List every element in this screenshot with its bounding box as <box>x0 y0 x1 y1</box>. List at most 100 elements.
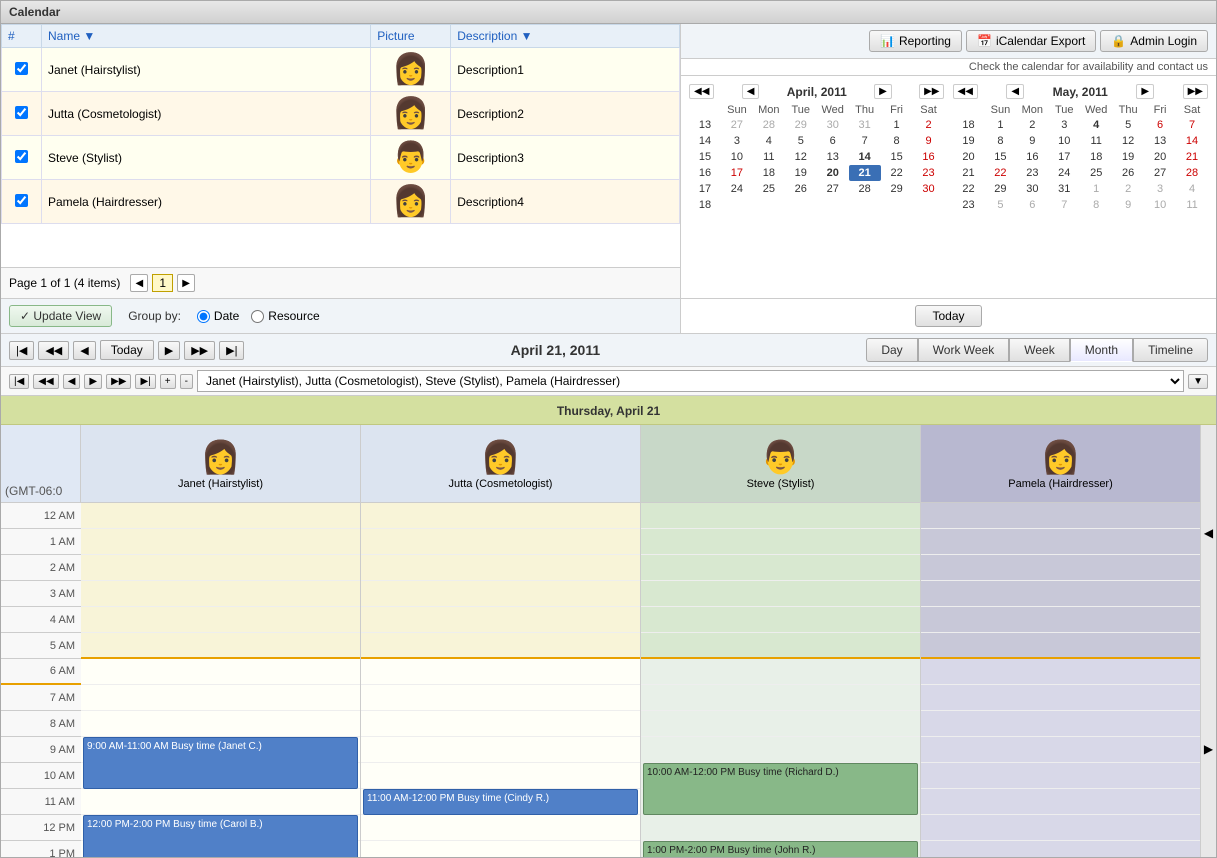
cal-day[interactable]: 9 <box>913 133 945 149</box>
back-btn[interactable]: ◀ <box>73 341 95 360</box>
cal-day[interactable]: 8 <box>881 133 913 149</box>
cal-day[interactable]: 28 <box>753 117 785 133</box>
cal-day[interactable]: 15 <box>881 149 913 165</box>
cal-day[interactable]: 27 <box>817 181 849 197</box>
scroll-left-btn[interactable]: ◀ <box>1204 425 1213 641</box>
janet-event-2[interactable]: 12:00 PM-2:00 PM Busy time (Carol B.) <box>83 815 358 857</box>
cal-day[interactable]: 5 <box>984 197 1016 213</box>
cal-day[interactable]: 17 <box>1048 149 1080 165</box>
cal-day[interactable]: 7 <box>849 133 881 149</box>
cal-day[interactable]: 2 <box>1112 181 1144 197</box>
cal-first-btn[interactable]: |◀ <box>9 374 29 389</box>
group-resource-radio[interactable] <box>251 310 264 323</box>
cal-day[interactable]: 8 <box>984 133 1016 149</box>
cal-day[interactable]: 11 <box>1080 133 1112 149</box>
cal-day[interactable]: 3 <box>1144 181 1176 197</box>
scroll-right-btn[interactable]: ▶ <box>1204 641 1213 857</box>
reporting-button[interactable]: 📊 Reporting <box>869 30 962 52</box>
cal-day[interactable]: 12 <box>785 149 817 165</box>
cal-day[interactable]: 7 <box>1176 117 1208 133</box>
cal-day[interactable]: 28 <box>1176 165 1208 181</box>
cal-day[interactable]: 22 <box>881 165 913 181</box>
forward-fast-btn[interactable]: ▶▶ <box>184 341 215 360</box>
cal-day[interactable]: 1 <box>1080 181 1112 197</box>
dropdown-btn[interactable]: ▼ <box>1188 374 1208 389</box>
row2-checkbox[interactable] <box>15 106 28 119</box>
cal-day[interactable]: 27 <box>1144 165 1176 181</box>
add-event-btn[interactable]: + <box>160 374 176 389</box>
cal-fwd-btn[interactable]: ▶ <box>84 374 102 389</box>
cal-day[interactable]: 20 <box>1144 149 1176 165</box>
april-next-month-btn[interactable]: ▶ <box>874 84 892 99</box>
cal-day[interactable]: 8 <box>1080 197 1112 213</box>
cal-day[interactable]: 30 <box>1016 181 1048 197</box>
cal-day[interactable]: 14 <box>849 149 881 165</box>
row4-checkbox[interactable] <box>15 194 28 207</box>
resource-dropdown[interactable]: Janet (Hairstylist), Jutta (Cosmetologis… <box>197 370 1184 392</box>
cal-day[interactable]: 31 <box>849 117 881 133</box>
cal-day[interactable]: 3 <box>1048 117 1080 133</box>
cal-day[interactable]: 28 <box>849 181 881 197</box>
cal-day[interactable]: 19 <box>785 165 817 181</box>
group-date-option[interactable]: Date <box>197 309 239 323</box>
janet-event-1[interactable]: 9:00 AM-11:00 AM Busy time (Janet C.) <box>83 737 358 789</box>
cal-day[interactable]: 10 <box>1048 133 1080 149</box>
cal-day[interactable]: 23 <box>1016 165 1048 181</box>
cal-day[interactable]: 6 <box>1016 197 1048 213</box>
first-btn[interactable]: |◀ <box>9 341 34 360</box>
cal-day[interactable] <box>785 197 817 213</box>
cal-day[interactable]: 30 <box>817 117 849 133</box>
update-view-button[interactable]: ✓ Update View <box>9 305 112 327</box>
cal-back-btn[interactable]: ◀ <box>63 374 81 389</box>
group-resource-option[interactable]: Resource <box>251 309 319 323</box>
april-next-btn[interactable]: ▶▶ <box>919 84 944 99</box>
cal-day[interactable]: 25 <box>1080 165 1112 181</box>
group-date-radio[interactable] <box>197 310 210 323</box>
steve-event-1[interactable]: 10:00 AM-12:00 PM Busy time (Richard D.) <box>643 763 918 815</box>
cal-day-selected[interactable]: 21 <box>849 165 881 181</box>
may-prev-btn[interactable]: ◀◀ <box>953 84 978 99</box>
cal-day[interactable]: 1 <box>984 117 1016 133</box>
cal-day[interactable]: 13 <box>1144 133 1176 149</box>
cal-day[interactable]: 2 <box>1016 117 1048 133</box>
cal-day[interactable]: 10 <box>1144 197 1176 213</box>
cal-day[interactable]: 4 <box>1176 181 1208 197</box>
cal-day[interactable]: 25 <box>753 181 785 197</box>
cal-day[interactable]: 5 <box>785 133 817 149</box>
may-next-month-btn[interactable]: ▶ <box>1136 84 1154 99</box>
today-nav-button[interactable]: Today <box>100 340 154 360</box>
cal-day[interactable]: 27 <box>721 117 753 133</box>
cal-day[interactable]: 17 <box>721 165 753 181</box>
tab-day[interactable]: Day <box>866 338 917 362</box>
next-page-btn[interactable]: ▶ <box>177 274 195 292</box>
cal-last-btn[interactable]: ▶| <box>135 374 155 389</box>
cal-day[interactable]: 9 <box>1016 133 1048 149</box>
cal-day[interactable] <box>753 197 785 213</box>
back-fast-btn[interactable]: ◀◀ <box>38 341 69 360</box>
tab-week[interactable]: Week <box>1009 338 1069 362</box>
forward-btn[interactable]: ▶ <box>158 341 180 360</box>
steve-event-2[interactable]: 1:00 PM-2:00 PM Busy time (John R.) <box>643 841 918 857</box>
cal-day[interactable]: 21 <box>1176 149 1208 165</box>
prev-page-btn[interactable]: ◀ <box>130 274 148 292</box>
cal-day[interactable]: 4 <box>1080 117 1112 133</box>
last-btn[interactable]: ▶| <box>219 341 244 360</box>
cal-day[interactable]: 26 <box>785 181 817 197</box>
cal-day[interactable]: 16 <box>1016 149 1048 165</box>
cal-day[interactable] <box>721 197 753 213</box>
cal-day[interactable] <box>913 197 945 213</box>
may-prev-month-btn[interactable]: ◀ <box>1006 84 1024 99</box>
jutta-event-1[interactable]: 11:00 AM-12:00 PM Busy time (Cindy R.) <box>363 789 638 815</box>
row1-checkbox[interactable] <box>15 62 28 75</box>
cal-day[interactable]: 13 <box>817 149 849 165</box>
cal-day[interactable]: 18 <box>1080 149 1112 165</box>
cal-day[interactable]: 1 <box>881 117 913 133</box>
cal-day[interactable]: 26 <box>1112 165 1144 181</box>
cal-day[interactable]: 29 <box>785 117 817 133</box>
cal-day[interactable]: 10 <box>721 149 753 165</box>
cal-day[interactable]: 3 <box>721 133 753 149</box>
cal-fwd2-btn[interactable]: ▶▶ <box>106 374 131 389</box>
row3-checkbox[interactable] <box>15 150 28 163</box>
cal-day[interactable]: 20 <box>817 165 849 181</box>
tab-timeline[interactable]: Timeline <box>1133 338 1208 362</box>
